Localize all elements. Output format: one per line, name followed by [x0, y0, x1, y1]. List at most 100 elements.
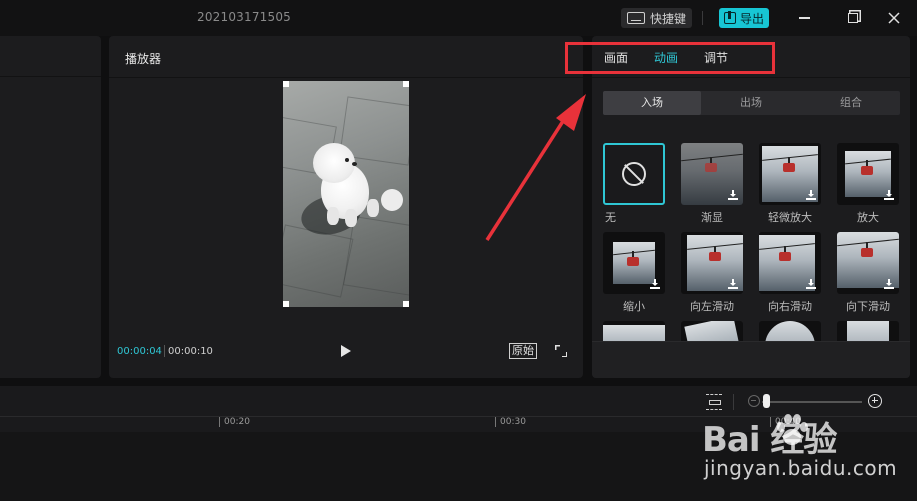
animation-thumb[interactable] — [837, 321, 899, 341]
export-icon — [724, 11, 736, 24]
animation-label: 放大 — [857, 211, 879, 224]
preview-tile — [342, 215, 409, 297]
fullscreen-icon[interactable] — [555, 345, 567, 357]
subtab-in[interactable]: 入场 — [603, 91, 701, 115]
crop-handle[interactable] — [283, 301, 289, 307]
aspect-ratio-button[interactable]: 原始 — [509, 343, 537, 359]
thumb-scene — [765, 321, 815, 341]
animation-item[interactable]: 渐显 — [681, 143, 743, 225]
subtab-out[interactable]: 出场 — [702, 91, 800, 115]
animation-item[interactable]: 缩小 — [603, 232, 665, 314]
animation-item[interactable]: 轻微放大 — [759, 143, 821, 225]
download-icon[interactable] — [806, 190, 816, 200]
total-timecode: 00:00:10 — [168, 346, 213, 357]
animation-thumb[interactable] — [681, 232, 743, 294]
thumb-cable-car — [705, 163, 717, 172]
animation-label: 轻微放大 — [768, 211, 812, 224]
media-panel — [0, 36, 101, 378]
inspector-panel: 画面 动画 调节 入场 出场 组合 无 渐显 轻微放大 放大 缩小 向左滑动 向… — [592, 36, 910, 378]
dog-eye — [345, 158, 349, 162]
thumb-scene — [684, 321, 743, 341]
download-icon[interactable] — [728, 279, 738, 289]
download-icon[interactable] — [650, 279, 660, 289]
thumb-cable-car — [627, 257, 639, 266]
thumb-scene — [847, 321, 889, 341]
annotation-highlight-box — [565, 42, 775, 74]
keyboard-icon — [627, 12, 645, 24]
zoom-slider-handle[interactable] — [763, 394, 770, 408]
download-icon[interactable] — [728, 190, 738, 200]
dog-nose — [352, 162, 357, 166]
download-icon[interactable] — [806, 279, 816, 289]
export-button[interactable]: 导出 — [719, 8, 770, 28]
play-icon[interactable] — [341, 345, 351, 357]
animation-thumb[interactable] — [837, 143, 899, 205]
zoom-out-icon[interactable] — [748, 395, 760, 407]
thumb-scene — [603, 325, 665, 341]
dog-head — [313, 143, 355, 183]
dog-leg — [327, 207, 339, 225]
none-icon — [622, 162, 646, 186]
animation-item[interactable]: 放大 — [837, 143, 899, 225]
subtab-combo[interactable]: 组合 — [802, 91, 900, 115]
animation-thumb[interactable] — [837, 232, 899, 294]
animation-item[interactable]: 向右滑动 — [759, 232, 821, 314]
download-icon[interactable] — [884, 190, 894, 200]
download-icon[interactable] — [884, 279, 894, 289]
shortcut-button[interactable]: 快捷键 — [621, 8, 693, 28]
timecode-divider — [164, 345, 165, 357]
thumb-cable-car — [783, 163, 795, 172]
minimize-button[interactable] — [793, 8, 815, 28]
close-button[interactable] — [883, 8, 905, 28]
project-title: 202103171505 — [197, 10, 292, 24]
animation-thumb[interactable] — [681, 143, 743, 205]
maximize-button[interactable] — [842, 8, 864, 28]
animation-item[interactable] — [837, 321, 899, 341]
thumb-cable-car — [861, 248, 873, 257]
crop-handle[interactable] — [403, 81, 409, 87]
crop-handle[interactable] — [403, 301, 409, 307]
export-label: 导出 — [740, 11, 765, 26]
zoom-in-icon[interactable] — [868, 394, 882, 408]
zoom-slider-track[interactable] — [762, 401, 862, 403]
crop-handle[interactable] — [283, 81, 289, 87]
thumb-cable-car — [709, 252, 721, 261]
animation-item[interactable] — [603, 321, 665, 341]
shortcut-label: 快捷键 — [650, 11, 687, 26]
animation-thumb[interactable] — [603, 143, 665, 205]
animation-thumb[interactable] — [681, 321, 743, 341]
animation-thumb[interactable] — [759, 143, 821, 205]
animation-thumb[interactable] — [603, 232, 665, 294]
ruler-mark: 00:30 — [495, 417, 526, 427]
animation-item-none[interactable]: 无 — [603, 143, 665, 225]
ruler-mark: 00:20 — [219, 417, 250, 427]
player-header: 播放器 — [109, 36, 583, 78]
dog-leg — [345, 209, 357, 227]
current-timecode: 00:00:04 — [117, 346, 162, 357]
animation-grid: 无 渐显 轻微放大 放大 缩小 向左滑动 向右滑动 向下滑动 — [592, 136, 910, 341]
watermark-brand: Bai 经验 — [702, 420, 837, 460]
animation-item[interactable] — [681, 321, 743, 341]
close-icon — [888, 12, 900, 24]
animation-label: 向右滑动 — [768, 300, 812, 313]
animation-thumb[interactable] — [759, 232, 821, 294]
animation-thumb[interactable] — [603, 321, 665, 341]
animation-label: 向下滑动 — [846, 300, 890, 313]
dog-tail — [381, 189, 403, 211]
player-panel: 播放器 00:00:04 00:00:10 原始 — [109, 36, 583, 378]
minimize-icon — [798, 17, 810, 19]
animation-item[interactable]: 向左滑动 — [681, 232, 743, 314]
animation-label: 向左滑动 — [690, 300, 734, 313]
animation-label: 缩小 — [623, 300, 645, 313]
watermark-url: jingyan.baidu.com — [704, 456, 898, 480]
video-preview[interactable] — [283, 81, 409, 307]
animation-item[interactable] — [759, 321, 821, 341]
paw-icon — [777, 414, 808, 445]
thumb-cable-car — [779, 252, 791, 261]
animation-label: 无 — [605, 211, 616, 224]
animation-subtabs: 入场 出场 组合 — [603, 91, 900, 115]
media-panel-header — [0, 36, 101, 77]
animation-item[interactable]: 向下滑动 — [837, 232, 899, 314]
title-bar: 202103171505 快捷键 导出 — [0, 0, 917, 36]
animation-thumb[interactable] — [759, 321, 821, 341]
